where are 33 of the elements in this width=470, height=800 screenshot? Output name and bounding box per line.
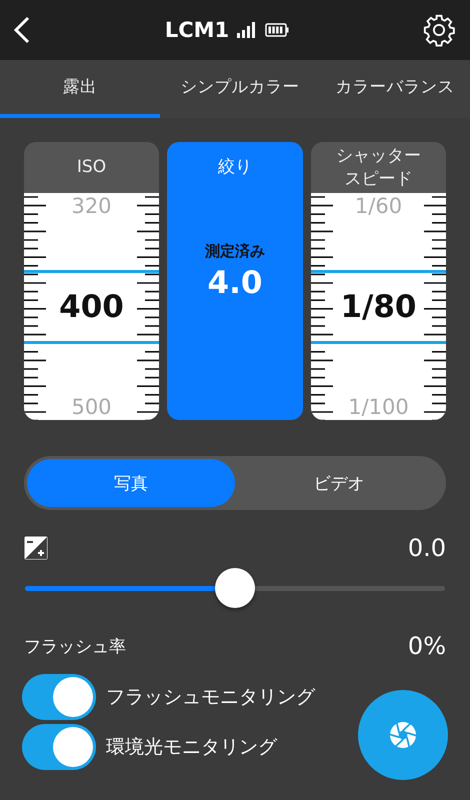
status-label: 測定済み <box>205 242 265 262</box>
aperture-card[interactable]: 絞り 測定済み 4.0 <box>167 142 303 420</box>
previous-value: 1/60 <box>354 193 402 219</box>
dial-value: 400 <box>24 270 159 344</box>
slider-thumb[interactable] <box>215 568 255 608</box>
toggle-switch[interactable] <box>22 724 96 770</box>
dial-label: 絞り <box>218 156 252 178</box>
next-value: 1/100 <box>348 394 409 420</box>
mode-tab[interactable]: ビデオ <box>235 459 443 507</box>
next-value: 500 <box>71 394 112 420</box>
toggle-label: フラッシュモニタリング <box>106 685 315 710</box>
signal-icon <box>237 22 258 38</box>
toggle-label: 環境光モニタリング <box>106 735 277 760</box>
toggle-switch[interactable] <box>22 674 96 720</box>
tab[interactable]: シンプルカラー <box>160 60 320 118</box>
back-icon[interactable] <box>12 15 32 45</box>
dial-label: シャッタースピード <box>335 145 422 190</box>
aperture-icon <box>389 721 417 749</box>
exposure-value: 0.0 <box>408 534 446 562</box>
flash-rate-label: フラッシュ率 <box>24 636 126 658</box>
dial-value: 1/80 <box>311 270 446 344</box>
mode-tab[interactable]: 写真 <box>27 459 235 507</box>
dial-value: 4.0 <box>208 265 262 302</box>
tab[interactable]: カラーバランス <box>320 60 470 118</box>
exposure-slider[interactable] <box>25 568 445 608</box>
flash-rate-value: 0% <box>408 632 446 660</box>
device-title: LCM1 <box>164 18 230 42</box>
battery-icon <box>265 23 290 37</box>
previous-value: 320 <box>71 193 112 219</box>
settings-icon[interactable] <box>422 13 456 47</box>
dial-label: ISO <box>76 156 106 179</box>
exposure-compensation-icon <box>24 536 48 560</box>
tab[interactable]: 露出 <box>0 60 160 118</box>
